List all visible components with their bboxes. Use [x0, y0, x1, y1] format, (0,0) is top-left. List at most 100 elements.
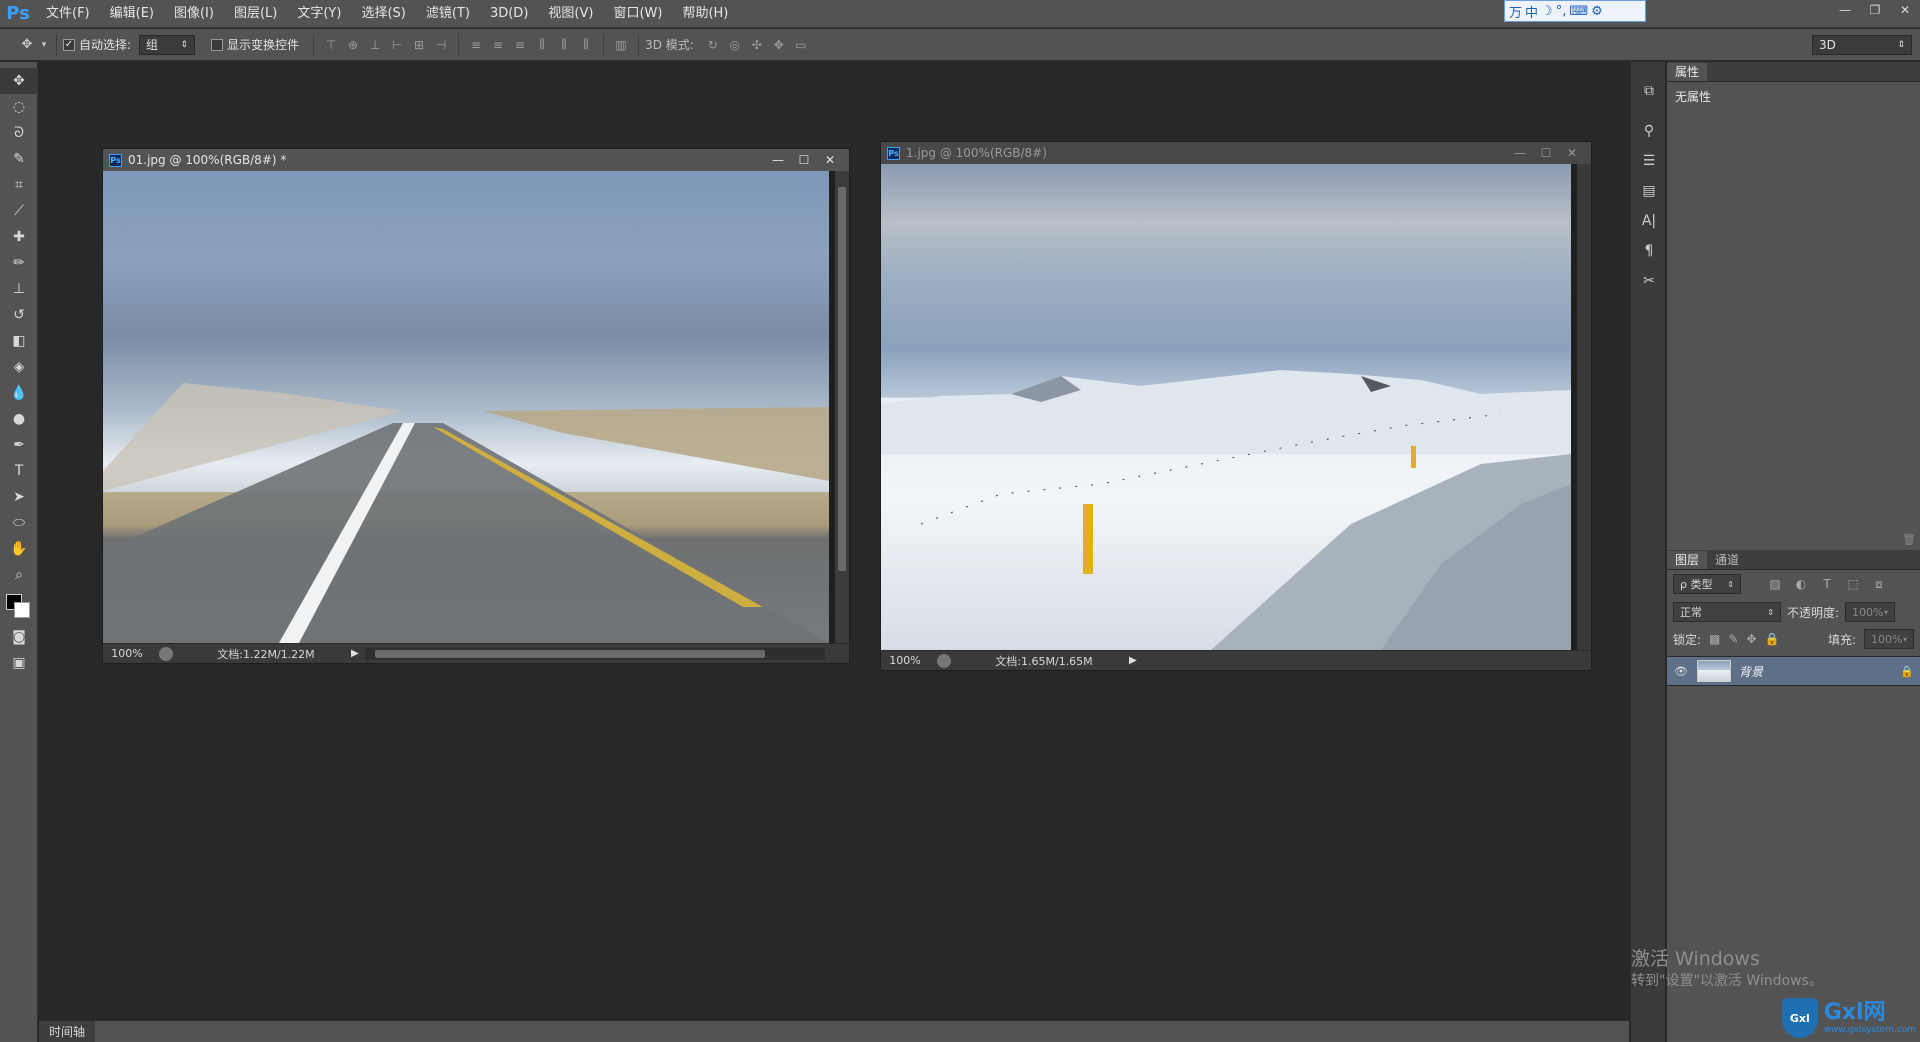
menu-edit[interactable]: 编辑(E)	[100, 0, 164, 28]
zoom-level[interactable]: 100%	[881, 654, 929, 667]
opacity-input[interactable]: 100% ▾	[1845, 602, 1896, 622]
3d-rotate-icon[interactable]: ↻	[702, 34, 724, 56]
zoom-tool-icon[interactable]: ⌕	[0, 562, 38, 588]
tool-presets-icon[interactable]: ✂	[1631, 266, 1667, 296]
layer-name[interactable]: 背景	[1739, 663, 1900, 680]
ime-keyboard-icon[interactable]: ⌨	[1569, 4, 1588, 19]
layer-comps-icon[interactable]: ▤	[1631, 176, 1667, 206]
move-tool-icon[interactable]: ✥	[0, 68, 38, 94]
eraser-tool-icon[interactable]: ◧	[0, 328, 38, 354]
menu-type[interactable]: 文字(Y)	[287, 0, 351, 28]
doc-minimize-button[interactable]: —	[1507, 144, 1533, 162]
tab-layers[interactable]: 图层	[1667, 551, 1708, 569]
history-brush-tool-icon[interactable]: ↺	[0, 302, 38, 328]
show-transform-checkbox[interactable]	[211, 38, 224, 51]
filter-pixel-icon[interactable]: ▨	[1765, 574, 1785, 594]
menu-help[interactable]: 帮助(H)	[672, 0, 738, 28]
restore-button[interactable]: ❐	[1860, 0, 1890, 20]
tab-timeline[interactable]: 时间轴	[39, 1020, 96, 1042]
hand-tool-icon[interactable]: ✋	[0, 536, 38, 562]
healing-brush-tool-icon[interactable]: ✚	[0, 224, 38, 250]
filter-type-icon[interactable]: T	[1817, 574, 1837, 594]
crop-tool-icon[interactable]: ⌗	[0, 172, 38, 198]
quick-mask-icon[interactable]: ◙	[0, 624, 38, 650]
paint-bucket-tool-icon[interactable]: ◈	[0, 354, 38, 380]
document-canvas[interactable]	[103, 171, 849, 643]
doc-minimize-button[interactable]: —	[765, 151, 791, 169]
distribute-bottom-icon[interactable]: ≡	[509, 34, 531, 56]
menu-file[interactable]: 文件(F)	[36, 0, 100, 28]
align-right-icon[interactable]: ⊣	[430, 34, 452, 56]
background-color[interactable]	[14, 602, 30, 618]
doc-maximize-button[interactable]: ☐	[791, 151, 817, 169]
visibility-eye-icon[interactable]: 👁	[1673, 665, 1689, 678]
menu-image[interactable]: 图像(I)	[164, 0, 224, 28]
auto-align-icon[interactable]: ▥	[610, 34, 632, 56]
vertical-scrollbar[interactable]	[1577, 164, 1591, 650]
ime-wan-icon[interactable]: 万	[1509, 2, 1522, 21]
tab-channels[interactable]: 通道	[1707, 551, 1747, 569]
filter-adjustment-icon[interactable]: ◐	[1791, 574, 1811, 594]
brush-presets-icon[interactable]: ⚲	[1631, 116, 1667, 146]
menu-window[interactable]: 窗口(W)	[603, 0, 672, 28]
trash-icon[interactable]: 🗑	[1902, 533, 1916, 546]
path-select-tool-icon[interactable]: ➤	[0, 484, 38, 510]
horizontal-scrollbar[interactable]	[365, 647, 825, 660]
quick-select-tool-icon[interactable]: ✎	[0, 146, 38, 172]
doc-close-button[interactable]: ✕	[1559, 144, 1585, 162]
move-tool-preset-icon[interactable]: ✥	[16, 34, 38, 56]
status-menu-arrow-icon[interactable]: ▶	[1129, 655, 1143, 666]
layer-filter-dropdown[interactable]: ρ 类型 ⇕	[1673, 574, 1741, 594]
blur-tool-icon[interactable]: 💧	[0, 380, 38, 406]
paragraph-panel-icon[interactable]: ¶	[1631, 236, 1667, 266]
fill-input[interactable]: 100% ▾	[1864, 629, 1914, 649]
dodge-tool-icon[interactable]: ●	[0, 406, 38, 432]
marquee-tool-icon[interactable]: ◌	[0, 94, 38, 120]
align-vcenter-icon[interactable]: ⊕	[342, 34, 364, 56]
document-window-01[interactable]: Ps 01.jpg @ 100%(RGB/8#) * — ☐ ✕ 100% 文档…	[102, 148, 850, 664]
pen-tool-icon[interactable]: ✒	[0, 432, 38, 458]
menu-layer[interactable]: 图层(L)	[224, 0, 287, 28]
character-panel-icon[interactable]: A|	[1631, 206, 1667, 236]
status-info-icon[interactable]	[159, 646, 173, 661]
distribute-hcenter-icon[interactable]: ⫼	[553, 34, 575, 56]
menu-view[interactable]: 视图(V)	[538, 0, 603, 28]
zoom-level[interactable]: 100%	[103, 647, 151, 660]
status-menu-arrow-icon[interactable]: ▶	[351, 648, 365, 659]
scrollbar-thumb[interactable]	[838, 187, 846, 571]
filter-smart-icon[interactable]: ⧈	[1869, 574, 1889, 594]
distribute-vcenter-icon[interactable]: ≡	[487, 34, 509, 56]
tab-properties[interactable]: 属性	[1667, 63, 1708, 81]
vertical-scrollbar[interactable]	[835, 171, 849, 643]
filter-shape-icon[interactable]: ⬚	[1843, 574, 1863, 594]
lock-image-icon[interactable]: ✎	[1728, 632, 1738, 646]
type-tool-icon[interactable]: T	[0, 458, 38, 484]
ime-moon-icon[interactable]: ☽	[1541, 4, 1553, 19]
menu-3d[interactable]: 3D(D)	[480, 0, 538, 28]
distribute-right-icon[interactable]: ⫼	[575, 34, 597, 56]
workspace-switcher[interactable]: 3D ⇕	[1812, 34, 1912, 55]
chevron-down-icon[interactable]: ▾	[38, 34, 50, 56]
minimize-button[interactable]: —	[1830, 0, 1860, 20]
blend-mode-dropdown[interactable]: 正常 ⇕	[1673, 602, 1781, 622]
close-button[interactable]: ✕	[1890, 0, 1920, 20]
ime-chinese-icon[interactable]: 中	[1525, 2, 1538, 21]
clone-stamp-tool-icon[interactable]: ⊥	[0, 276, 38, 302]
align-left-icon[interactable]: ⊢	[386, 34, 408, 56]
align-bottom-icon[interactable]: ⊥	[364, 34, 386, 56]
doc-close-button[interactable]: ✕	[817, 151, 843, 169]
auto-select-dropdown[interactable]: 组 ⇕	[139, 34, 196, 55]
color-swatches[interactable]	[0, 588, 38, 624]
distribute-top-icon[interactable]: ≡	[465, 34, 487, 56]
eyedropper-tool-icon[interactable]: ⟋	[0, 198, 38, 224]
adjustments-icon[interactable]: ☰	[1631, 146, 1667, 176]
scrollbar-thumb[interactable]	[375, 649, 765, 658]
status-info-icon[interactable]	[937, 653, 951, 668]
menu-filter[interactable]: 滤镜(T)	[416, 0, 480, 28]
ime-punctuation-icon[interactable]: °,	[1556, 4, 1567, 19]
lock-all-icon[interactable]: 🔒	[1765, 632, 1780, 646]
document-window-1[interactable]: Ps 1.jpg @ 100%(RGB/8#) — ☐ ✕ 100% 文档:1.…	[880, 141, 1592, 671]
document-titlebar[interactable]: Ps 01.jpg @ 100%(RGB/8#) * — ☐ ✕	[103, 149, 849, 171]
menu-select[interactable]: 选择(S)	[351, 0, 415, 28]
screen-mode-icon[interactable]: ▣	[0, 650, 38, 676]
